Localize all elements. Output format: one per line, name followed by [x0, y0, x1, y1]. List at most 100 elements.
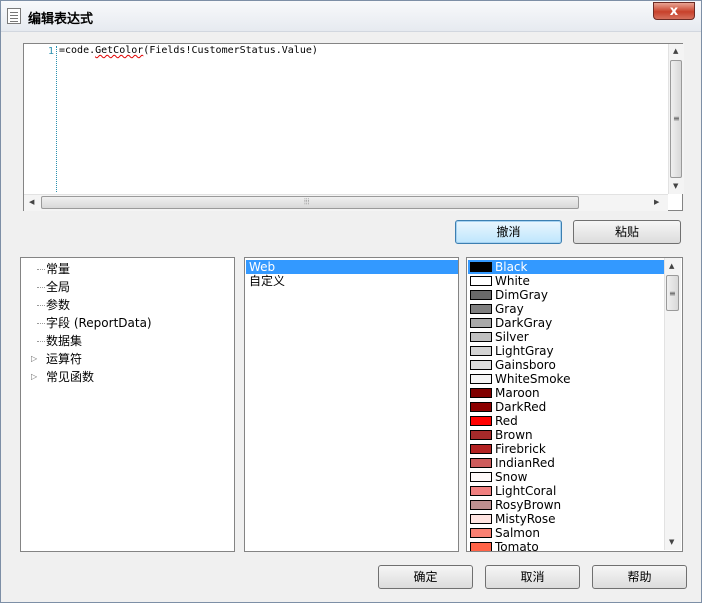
subcategory-list[interactable]: Web 自定义 [244, 257, 459, 552]
undo-button[interactable]: 撤消 [455, 220, 562, 244]
color-swatch [470, 472, 492, 482]
tree-connector [37, 305, 45, 306]
editor-horizontal-scroll-thumb[interactable]: ⦙⦙⦙ [41, 196, 579, 209]
color-item[interactable]: LightGray [468, 344, 664, 358]
grip-icon: ⦙⦙⦙ [304, 197, 310, 206]
color-item[interactable]: WhiteSmoke [468, 372, 664, 386]
color-list[interactable]: Black White DimGray Gray DarkGray Silver Light… [466, 257, 683, 552]
color-item[interactable]: White [468, 274, 664, 288]
expression-editor[interactable]: 1 =code.GetColor(Fields!CustomerStatus.V… [23, 43, 684, 211]
color-item[interactable]: LightCoral [468, 484, 664, 498]
color-name: Gray [495, 302, 524, 316]
color-swatch [470, 528, 492, 538]
color-swatch [470, 360, 492, 370]
color-name: DarkRed [495, 400, 547, 414]
tree-item-label: 数据集 [46, 334, 83, 348]
color-item[interactable]: Maroon [468, 386, 664, 400]
color-name: Maroon [495, 386, 540, 400]
color-swatch [470, 290, 492, 300]
color-name: Silver [495, 330, 529, 344]
color-item[interactable]: Salmon [468, 526, 664, 540]
grip-icon: ≡ [673, 114, 680, 123]
color-name: LightGray [495, 344, 554, 358]
color-swatch [470, 304, 492, 314]
category-item[interactable]: 自定义 [246, 274, 458, 288]
color-item[interactable]: DarkRed [468, 400, 664, 414]
color-item[interactable]: Black [468, 260, 664, 274]
color-item[interactable]: Firebrick [468, 442, 664, 456]
color-item[interactable]: DimGray [468, 288, 664, 302]
tree-item-label: 运算符 [46, 352, 83, 366]
color-swatch [470, 430, 492, 440]
title-bar[interactable]: 编辑表达式 x [1, 1, 701, 32]
color-name: Red [495, 414, 518, 428]
help-button[interactable]: 帮助 [592, 565, 687, 589]
code-error-token: GetColor [95, 45, 144, 56]
code-line[interactable]: =code.GetColor(Fields!CustomerStatus.Val… [59, 45, 318, 56]
color-item[interactable]: Silver [468, 330, 664, 344]
color-item[interactable]: Gainsboro [468, 358, 664, 372]
editor-horizontal-scrollbar[interactable]: ◀ ⦙⦙⦙ ▶ [24, 194, 668, 211]
grip-icon: ≡ [669, 289, 676, 298]
ok-button[interactable]: 确定 [378, 565, 473, 589]
color-name: WhiteSmoke [495, 372, 571, 386]
expand-arrow-icon[interactable]: ▷ [31, 350, 37, 368]
color-item[interactable]: Brown [468, 428, 664, 442]
scroll-down-icon[interactable]: ▼ [669, 539, 674, 546]
color-name: LightCoral [495, 484, 557, 498]
paste-button[interactable]: 粘贴 [573, 220, 681, 244]
color-name: DimGray [495, 288, 548, 302]
color-item[interactable]: Snow [468, 470, 664, 484]
color-item[interactable]: DarkGray [468, 316, 664, 330]
color-item[interactable]: RosyBrown [468, 498, 664, 512]
category-item[interactable]: Web [246, 260, 458, 274]
document-icon [7, 8, 21, 24]
color-swatch [470, 500, 492, 510]
color-name: Salmon [495, 526, 540, 540]
tree-item-label: 参数 [46, 298, 71, 312]
edit-expression-dialog: 编辑表达式 x 1 =code.GetColor(Fields!Customer… [0, 0, 702, 603]
color-name: DarkGray [495, 316, 553, 330]
window-title: 编辑表达式 [28, 12, 94, 27]
tree-item-label: 常量 [46, 262, 71, 276]
scroll-left-icon[interactable]: ◀ [29, 199, 34, 206]
color-swatch [470, 486, 492, 496]
color-item[interactable]: Tomato [468, 540, 664, 552]
color-swatch [470, 388, 492, 398]
code-suffix: (Fields!CustomerStatus.Value) [143, 45, 318, 56]
color-swatch [470, 402, 492, 412]
editor-vertical-scrollbar[interactable]: ▲ ≡ ▼ [668, 44, 684, 194]
color-item[interactable]: MistyRose [468, 512, 664, 526]
tree-connector [37, 341, 45, 342]
color-swatch [470, 458, 492, 468]
color-swatch [470, 332, 492, 342]
code-prefix: =code. [59, 45, 96, 56]
category-tree[interactable]: 常量 全局 参数 字段 (ReportData) 数据集 ▷ 运算符 ▷ 常见函数 [20, 257, 235, 552]
color-name: IndianRed [495, 456, 555, 470]
color-list-scroll-thumb[interactable]: ≡ [666, 275, 679, 311]
line-number: 1 [48, 46, 55, 57]
scroll-up-icon[interactable]: ▲ [673, 48, 678, 55]
gutter-line [56, 46, 57, 192]
color-swatch [470, 444, 492, 454]
tree-connector [37, 269, 45, 270]
close-button[interactable]: x [653, 2, 695, 20]
scroll-down-icon[interactable]: ▼ [673, 183, 678, 190]
color-name: Tomato [495, 540, 539, 552]
color-name: White [495, 274, 530, 288]
color-name: RosyBrown [495, 498, 562, 512]
scroll-right-icon[interactable]: ▶ [654, 199, 659, 206]
scroll-up-icon[interactable]: ▲ [669, 263, 674, 270]
color-swatch [470, 542, 492, 551]
editor-vertical-scroll-thumb[interactable]: ≡ [670, 60, 682, 178]
expand-arrow-icon[interactable]: ▷ [31, 368, 37, 386]
color-list-scrollbar[interactable]: ▲ ≡ ▼ [664, 258, 681, 550]
color-item[interactable]: Gray [468, 302, 664, 316]
color-item[interactable]: IndianRed [468, 456, 664, 470]
tree-item-label: 全局 [46, 280, 71, 294]
color-item[interactable]: Red [468, 414, 664, 428]
cancel-button[interactable]: 取消 [485, 565, 580, 589]
tree-connector [37, 323, 45, 324]
color-name: Gainsboro [495, 358, 556, 372]
color-swatch [470, 276, 492, 286]
